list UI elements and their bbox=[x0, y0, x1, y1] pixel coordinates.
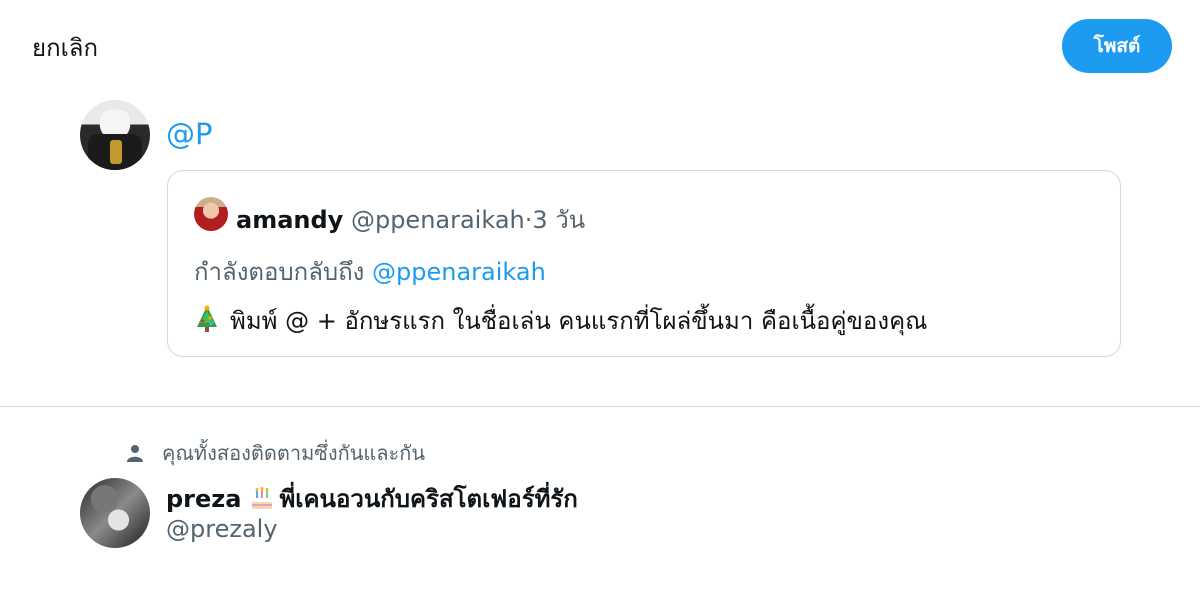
person-icon bbox=[127, 445, 143, 462]
suggested-user-display-name: preza bbox=[166, 485, 242, 513]
user-avatar[interactable] bbox=[80, 100, 150, 170]
divider bbox=[0, 406, 1200, 407]
reply-prefix: กำลังตอบกลับถึง bbox=[194, 258, 365, 286]
quoted-tweet-body: พิมพ์ @ + อักษรแรก ในชื่อเล่น คนแรกที่โผ… bbox=[194, 301, 927, 340]
quoted-author-handle: @ppenaraikah bbox=[350, 206, 525, 234]
cancel-button[interactable]: ยกเลิก bbox=[32, 28, 98, 67]
suggested-user-name-suffix: พี่เคนอวนกับคริสโตเฟอร์ที่รัก bbox=[279, 485, 578, 513]
post-button[interactable]: โพสต์ bbox=[1062, 19, 1172, 73]
christmas-tree-icon bbox=[197, 305, 217, 332]
mutual-follow-text: คุณทั้งสองติดตามซึ่งกันและกัน bbox=[162, 441, 426, 465]
birthday-cake-icon bbox=[252, 487, 273, 509]
suggested-user-handle[interactable]: @prezaly bbox=[166, 515, 278, 543]
quoted-tweet-text: พิมพ์ @ + อักษรแรก ในชื่อเล่น คนแรกที่โผ… bbox=[230, 307, 928, 335]
quoted-author-name: amandy bbox=[236, 206, 344, 234]
reply-context: กำลังตอบกลับถึง @ppenaraikah bbox=[194, 252, 546, 291]
quoted-tweet-header: amandy @ppenaraikah·3 วัน bbox=[236, 200, 585, 239]
mutual-follow-context: คุณทั้งสองติดตามซึ่งกันและกัน bbox=[126, 437, 425, 469]
suggested-user-avatar[interactable] bbox=[80, 478, 150, 548]
suggested-user-name[interactable]: preza พี่เคนอวนกับคริสโตเฟอร์ที่รัก bbox=[166, 479, 578, 518]
quoted-author-avatar bbox=[194, 197, 228, 231]
quoted-tweet-time: 3 วัน bbox=[532, 206, 586, 234]
reply-mention-link[interactable]: @ppenaraikah bbox=[372, 258, 546, 286]
compose-input[interactable]: @P bbox=[166, 117, 213, 151]
